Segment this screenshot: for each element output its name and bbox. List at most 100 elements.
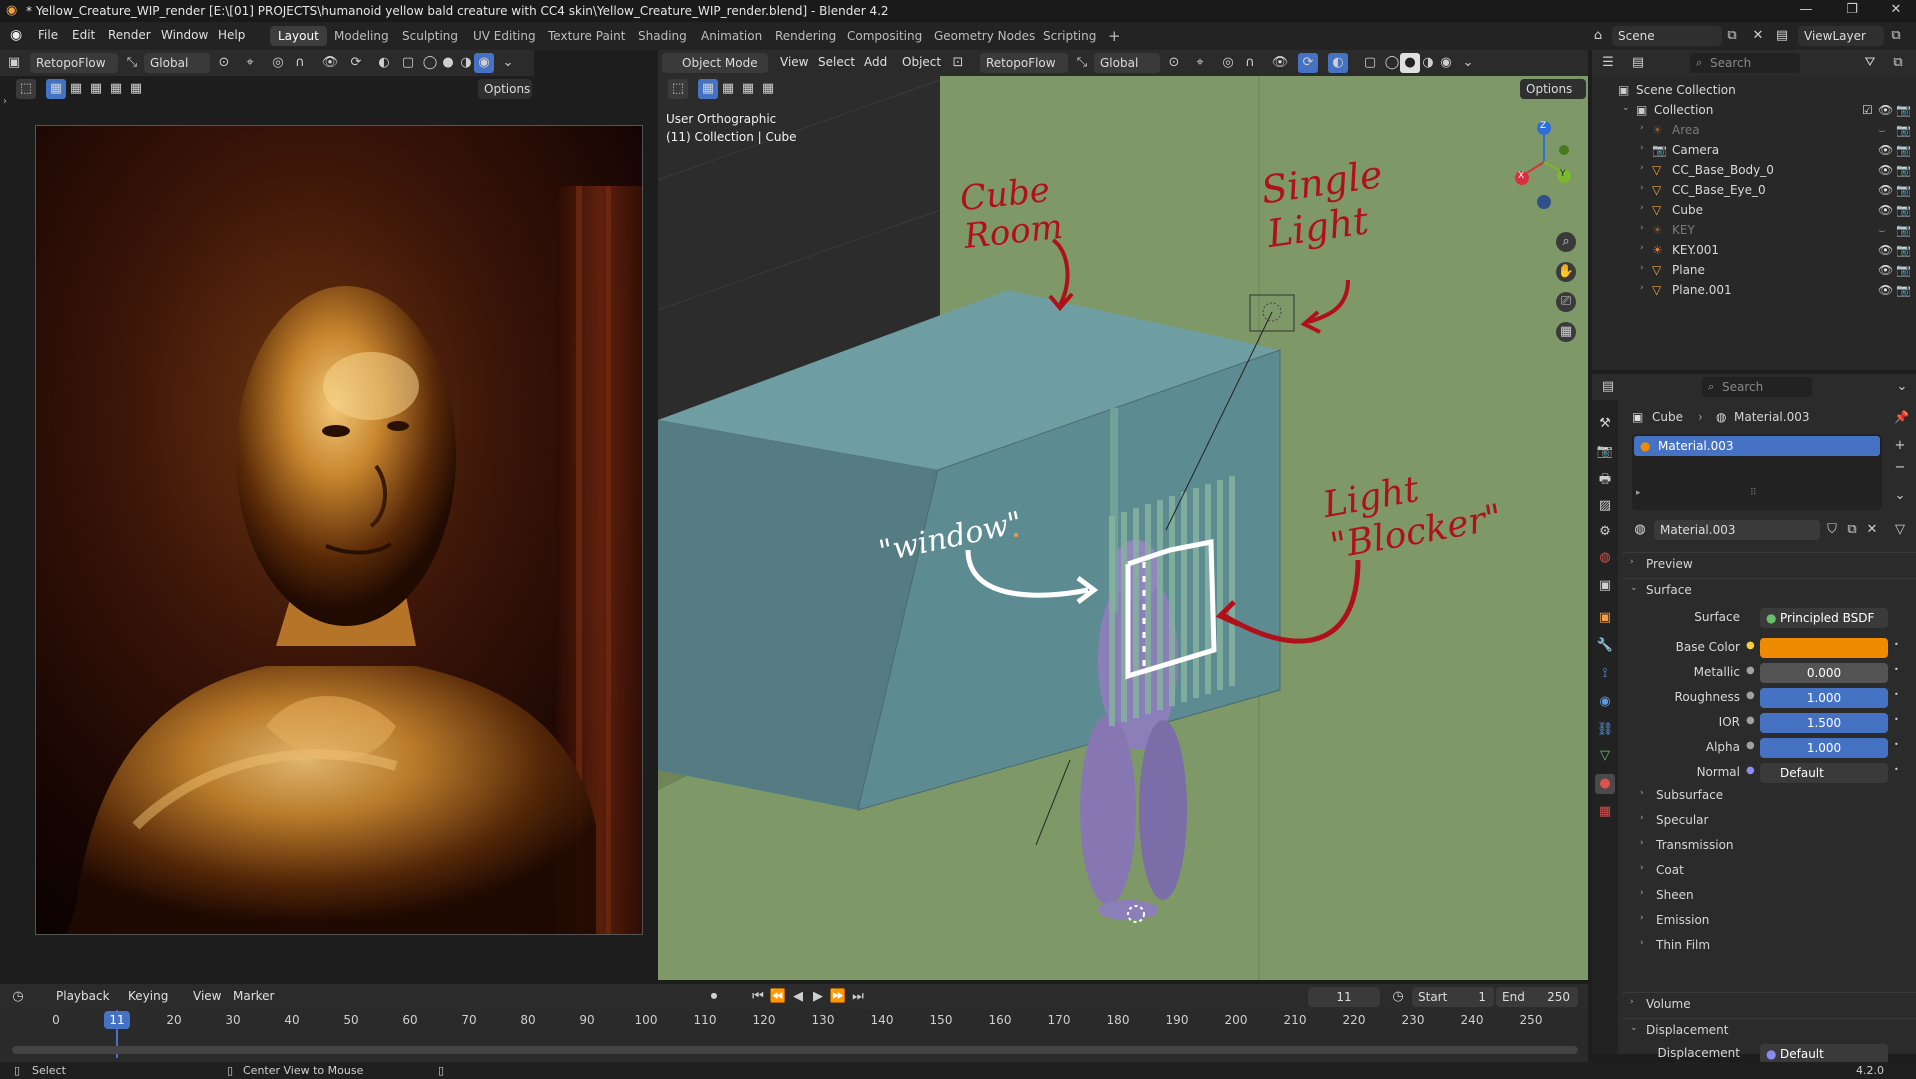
volume-panel-header[interactable]: › Volume [1622, 992, 1916, 1014]
unlink-material-icon[interactable]: ✕ [1862, 520, 1882, 540]
select-mode-intersect-icon[interactable]: ▦ [126, 79, 146, 99]
select-mode-new-icon[interactable]: ▦ [46, 79, 66, 99]
add-slot-icon[interactable]: + [1890, 436, 1910, 456]
render-toggle-icon[interactable]: 📷 [1896, 163, 1911, 177]
tab-animation[interactable]: Animation [693, 26, 770, 46]
retopoflow-menu[interactable]: RetopoFlow [30, 53, 118, 73]
proportional-edit-icon[interactable]: ◎ [268, 53, 288, 73]
zoom-icon[interactable]: ⌕ [1556, 232, 1576, 252]
tab-layout[interactable]: Layout [270, 26, 327, 46]
slot-resize-handle[interactable]: ⠿ [1750, 488, 1757, 498]
properties-options-icon[interactable]: ⌄ [1892, 377, 1912, 397]
eye-icon[interactable]: 👁 [1878, 143, 1893, 157]
minimize-icon[interactable]: — [1786, 2, 1826, 20]
menu-file[interactable]: File [38, 28, 58, 42]
slot-expand-icon[interactable]: ▸ [1636, 488, 1641, 498]
tab-shading[interactable]: Shading [630, 26, 695, 46]
slot-menu-icon[interactable]: ⌄ [1890, 486, 1910, 506]
surface-shader-field[interactable]: ● Principled BSDF [1760, 608, 1888, 628]
delete-scene-icon[interactable]: ✕ [1748, 26, 1768, 46]
current-frame-field[interactable]: 11 [1308, 987, 1380, 1007]
render-toggle-icon[interactable]: 📷 [1896, 183, 1911, 197]
falloff-icon[interactable]: ∩ [290, 53, 310, 73]
toolbar-expand-icon[interactable]: › [3, 96, 7, 107]
remove-slot-icon[interactable]: − [1890, 458, 1910, 478]
3d-viewport[interactable]: ▣ Object Mode View Select Add Object ⊡ R… [658, 50, 1588, 980]
viewport-solid-icon[interactable]: ● [1400, 53, 1420, 73]
socket-icon[interactable]: ● [1746, 690, 1755, 701]
menu-edit[interactable]: Edit [72, 28, 95, 42]
menu-render[interactable]: Render [108, 28, 151, 42]
eye-icon[interactable]: 👁 [1878, 243, 1893, 257]
viewport-gizmo-icon[interactable]: ⟳ [1298, 53, 1318, 73]
socket-icon[interactable]: ● [1746, 640, 1755, 651]
property-value-field[interactable]: Default [1760, 763, 1888, 783]
socket-icon[interactable]: ● [1746, 740, 1755, 751]
collection-camera-icon[interactable]: 📷 [1896, 103, 1911, 117]
shading-options-icon[interactable]: ⌄ [498, 53, 518, 73]
timeline-menu-view[interactable]: View [193, 989, 221, 1003]
wireframe-shading-icon[interactable]: ◯ [420, 53, 440, 73]
keyframe-dot-icon[interactable]: • [1894, 715, 1899, 724]
property-value-field[interactable]: 1.500 [1760, 713, 1888, 733]
menu-help[interactable]: Help [218, 28, 245, 42]
preview-panel-header[interactable]: › Preview [1622, 552, 1916, 574]
tool-tab-icon[interactable]: ⚒ [1595, 414, 1615, 434]
outliner-item[interactable]: › ☀ KEY.001 👁 📷 [1592, 240, 1916, 260]
xray-icon[interactable]: ▢ [398, 53, 418, 73]
expand-chevron-icon[interactable]: › [1640, 283, 1644, 293]
scene-icon[interactable]: ⌂ [1588, 26, 1608, 46]
render-toggle-icon[interactable]: 📷 [1896, 263, 1911, 277]
new-collection-icon[interactable]: ⧉ [1888, 53, 1908, 73]
pan-hand-icon[interactable]: ✋ [1556, 262, 1576, 282]
material-slot-link-icon[interactable]: ▽ [1890, 520, 1910, 540]
view-layer-selector[interactable]: ViewLayer [1798, 26, 1884, 46]
pin-icon[interactable]: 📌 [1894, 410, 1909, 424]
timeline-ruler[interactable]: 0102030405060708090100110120130140150160… [0, 1010, 1588, 1058]
add-workspace-icon[interactable]: + [1100, 24, 1129, 45]
subpanel-header[interactable]: › Specular [1622, 809, 1916, 831]
outliner-scene-collection[interactable]: ▣ Scene Collection [1592, 80, 1916, 100]
solid-shading-icon[interactable]: ● [438, 53, 458, 73]
overlay-icon[interactable]: ◐ [374, 53, 394, 73]
viewport-proportional-icon[interactable]: ◎ [1218, 53, 1238, 73]
view-layer-tab-icon[interactable]: ▨ [1595, 496, 1615, 516]
render-tab-icon[interactable]: 📷 [1595, 442, 1615, 462]
eye-icon[interactable]: 👁 [1878, 183, 1893, 197]
fake-user-icon[interactable]: ⛉ [1822, 520, 1842, 540]
outliner-collection[interactable]: ⌄ ▣ Collection ☑ 👁 📷 [1592, 100, 1916, 120]
expand-chevron-icon[interactable]: › [1640, 123, 1644, 133]
expand-chevron-icon[interactable]: › [1640, 203, 1644, 213]
subpanel-header[interactable]: › Subsurface [1622, 784, 1916, 806]
subpanel-header[interactable]: › Emission [1622, 909, 1916, 931]
viewport-select-invert-icon[interactable]: ▦ [758, 79, 778, 99]
viewport-wireframe-icon[interactable]: ◯ [1382, 53, 1402, 73]
timeline-scrollbar[interactable] [12, 1046, 1578, 1054]
material-name-field[interactable]: Material.003 [1654, 520, 1820, 540]
outliner-item[interactable]: › ☀ Area ⌣ 📷 [1592, 120, 1916, 140]
viewport-options-button[interactable]: Options [1520, 79, 1586, 99]
socket-icon[interactable]: ● [1746, 715, 1755, 726]
render-toggle-icon[interactable]: 📷 [1896, 203, 1911, 217]
jump-end-icon[interactable]: ⏭ [848, 987, 868, 1007]
property-value-field[interactable]: 1.000 [1760, 688, 1888, 708]
transform-orientation-dropdown[interactable]: Global [144, 53, 210, 73]
outliner-item[interactable]: › ☀ KEY ⌣ 📷 [1592, 220, 1916, 240]
keyframe-dot-icon[interactable]: • [1894, 690, 1899, 699]
viewport-xray-icon[interactable]: ▢ [1360, 53, 1380, 73]
camera-view-icon[interactable]: ⎚ [1556, 292, 1576, 312]
socket-icon[interactable]: ● [1746, 665, 1755, 676]
viewport-overlay-icon[interactable]: ◐ [1328, 53, 1348, 73]
start-frame-field[interactable]: Start 1 [1412, 987, 1494, 1007]
timeline-menu-marker[interactable]: Marker [233, 989, 274, 1003]
outliner-item[interactable]: › ▽ CC_Base_Body_0 👁 📷 [1592, 160, 1916, 180]
new-scene-icon[interactable]: ⧉ [1722, 26, 1742, 46]
scene-selector[interactable]: Scene [1612, 26, 1722, 46]
playhead-frame[interactable]: 11 [104, 1011, 130, 1029]
transform-orientation-icon[interactable]: ⤡ [122, 53, 142, 73]
viewport-pivot-icon[interactable]: ⊙ [1164, 53, 1184, 73]
world-tab-icon[interactable]: ◍ [1595, 548, 1615, 568]
collection-eye-icon[interactable]: 👁 [1878, 103, 1893, 117]
outliner-search-input[interactable]: Search [1690, 53, 1800, 73]
subpanel-header[interactable]: › Sheen [1622, 884, 1916, 906]
